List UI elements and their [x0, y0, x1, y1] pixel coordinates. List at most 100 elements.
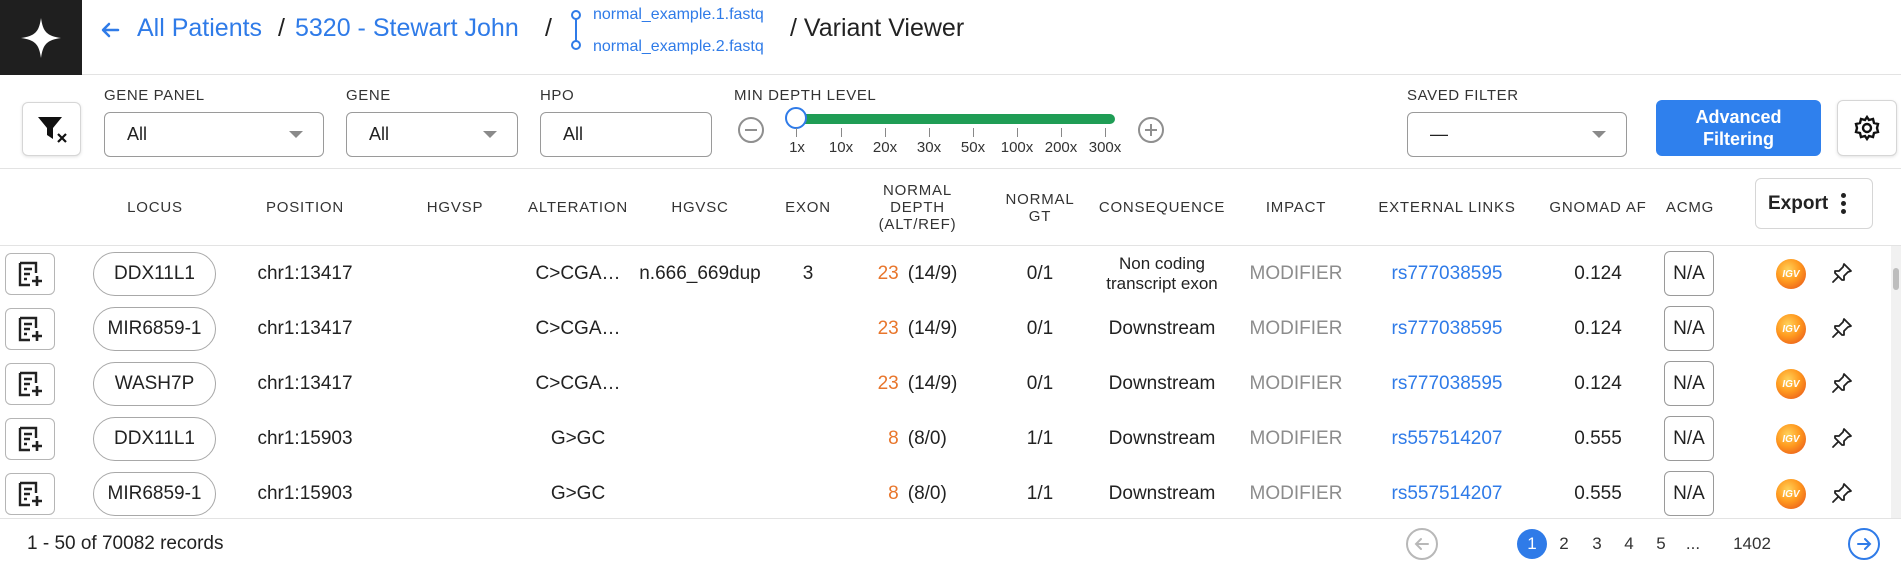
hpo-input[interactable]: All — [540, 112, 712, 157]
fastq-file-link[interactable]: normal_example.2.fastq — [593, 38, 764, 56]
dbsnp-link[interactable]: rs777038595 — [1367, 356, 1527, 411]
table-row[interactable]: DDX11L1 chr1:15903 G>GC 1/1 0.555 8 (8/0) Downs… — [0, 411, 1890, 466]
pin-icon[interactable] — [1830, 371, 1854, 395]
cell-alteration: G>GC — [550, 482, 606, 504]
column-header-position[interactable]: POSITION — [245, 169, 365, 246]
min-depth-slider-handle[interactable] — [785, 107, 807, 129]
add-note-icon — [18, 481, 42, 507]
plus-circle-icon[interactable] — [1138, 117, 1164, 143]
column-header-text: GT — [1028, 207, 1052, 225]
cell-consequence: Non coding transcript exon — [1106, 253, 1218, 293]
records-count: 1 - 50 of 70082 records — [27, 533, 224, 554]
page-number[interactable]: 4 — [1614, 529, 1644, 559]
locus-chip[interactable]: MIR6859-1 — [93, 307, 216, 351]
scrollbar-thumb[interactable] — [1893, 268, 1899, 290]
column-header-normal-gt[interactable]: NORMAL GT — [990, 169, 1090, 246]
prev-page-button[interactable] — [1406, 528, 1438, 560]
export-button[interactable]: Export — [1755, 178, 1873, 229]
pin-icon[interactable] — [1830, 481, 1854, 505]
advanced-filtering-label: Filtering — [1703, 129, 1774, 149]
alt-ref-value: (8/0) — [907, 482, 947, 504]
pin-icon[interactable] — [1830, 426, 1854, 450]
dbsnp-link[interactable]: rs777038595 — [1367, 301, 1527, 356]
next-page-button[interactable] — [1848, 528, 1880, 560]
breadcrumb-patient[interactable]: 5320 - Stewart John — [295, 14, 519, 43]
acmg-classification[interactable]: N/A — [1664, 471, 1714, 516]
depth-tick-label: 1x — [789, 139, 805, 156]
cell-impact: MODIFIER — [1249, 262, 1343, 284]
table-row[interactable]: DDX11L1 chr1:13417 C>CGA… n.666_669dup 3 0/1 0… — [0, 246, 1890, 301]
igv-icon[interactable]: IGV — [1776, 424, 1806, 454]
saved-filter-select[interactable]: — — [1407, 112, 1627, 157]
column-header-gnomad-af[interactable]: GNOMAD AF — [1538, 169, 1658, 246]
page-number[interactable]: 3 — [1582, 529, 1612, 559]
acmg-classification[interactable]: N/A — [1664, 416, 1714, 461]
pin-icon[interactable] — [1830, 261, 1854, 285]
min-depth-slider-track[interactable] — [795, 114, 1115, 124]
page-number[interactable]: 5 — [1646, 529, 1676, 559]
back-arrow-icon[interactable] — [98, 18, 122, 42]
column-header-locus[interactable]: LOCUS — [95, 169, 215, 246]
column-header-impact[interactable]: IMPACT — [1246, 169, 1346, 246]
clear-filters-button[interactable] — [22, 102, 81, 156]
dbsnp-link[interactable]: rs557514207 — [1367, 466, 1527, 518]
settings-button[interactable] — [1837, 100, 1897, 156]
add-note-button[interactable] — [5, 363, 55, 405]
igv-icon[interactable]: IGV — [1776, 259, 1806, 289]
depth-value: 23 — [877, 262, 899, 284]
page-number[interactable]: 1402 — [1727, 529, 1777, 559]
column-header-hgvsp[interactable]: HGVSP — [395, 169, 515, 246]
advanced-filtering-button[interactable]: Advanced Filtering — [1656, 100, 1821, 156]
add-note-button[interactable] — [5, 308, 55, 350]
minus-circle-icon[interactable] — [738, 117, 764, 143]
cell-normal-depth: 23 (14/9) — [870, 246, 965, 301]
igv-icon[interactable]: IGV — [1776, 479, 1806, 509]
cell-exon — [768, 356, 848, 411]
locus-chip[interactable]: DDX11L1 — [93, 252, 216, 296]
add-note-button[interactable] — [5, 473, 55, 515]
column-header-exon[interactable]: EXON — [768, 169, 848, 246]
cell-hgvsc — [635, 466, 765, 518]
cell-hgvsc — [635, 301, 765, 356]
acmg-classification[interactable]: N/A — [1664, 251, 1714, 296]
acmg-classification[interactable]: N/A — [1664, 361, 1714, 406]
table-row[interactable]: WASH7P chr1:13417 C>CGA… 0/1 0.124 23 (14/9) Do… — [0, 356, 1890, 411]
locus-chip[interactable]: WASH7P — [93, 362, 216, 406]
column-header-external-links[interactable]: EXTERNAL LINKS — [1367, 169, 1527, 246]
igv-icon[interactable]: IGV — [1776, 369, 1806, 399]
column-header-alteration[interactable]: ALTERATION — [518, 169, 638, 246]
depth-tick-label: 300x — [1088, 139, 1122, 156]
dbsnp-link[interactable]: rs557514207 — [1367, 411, 1527, 466]
add-note-button[interactable] — [5, 418, 55, 460]
column-header-hgvsc[interactable]: HGVSC — [640, 169, 760, 246]
column-header-normal-depth[interactable]: NORMAL DEPTH (ALT/REF) — [870, 169, 965, 246]
locus-chip[interactable]: DDX11L1 — [93, 417, 216, 461]
next-page-icon — [1857, 538, 1872, 550]
fastq-file-link[interactable]: normal_example.1.fastq — [593, 6, 764, 24]
acmg-classification[interactable]: N/A — [1664, 306, 1714, 351]
igv-icon[interactable]: IGV — [1776, 314, 1806, 344]
column-header-acmg[interactable]: ACMG — [1650, 169, 1730, 246]
dbsnp-link[interactable]: rs777038595 — [1367, 246, 1527, 301]
cell-normal-depth: 23 (14/9) — [870, 301, 965, 356]
app-logo[interactable] — [0, 0, 82, 75]
gene-panel-select[interactable]: All — [104, 112, 324, 157]
table-scrollbar[interactable] — [1891, 246, 1901, 518]
depth-value: 23 — [877, 317, 899, 339]
slider-tick — [1017, 128, 1018, 137]
gene-select[interactable]: All — [346, 112, 518, 157]
table-row[interactable]: MIR6859-1 chr1:13417 C>CGA… 0/1 0.124 23 (14/9… — [0, 301, 1890, 356]
gene-panel-label: GENE PANEL — [104, 87, 205, 104]
pin-icon[interactable] — [1830, 316, 1854, 340]
locus-chip[interactable]: MIR6859-1 — [93, 472, 216, 516]
cell-impact: MODIFIER — [1249, 482, 1343, 504]
chevron-down-icon — [1592, 131, 1606, 138]
page-number[interactable]: 1 — [1517, 529, 1547, 559]
variant-table-header: LOCUS POSITION HGVSP ALTERATION HGVSC EX… — [0, 169, 1901, 246]
page-number[interactable]: 2 — [1549, 529, 1579, 559]
table-row[interactable]: MIR6859-1 chr1:15903 G>GC 1/1 0.555 8 (8/0) Dow… — [0, 466, 1890, 518]
add-note-button[interactable] — [5, 253, 55, 295]
column-header-consequence[interactable]: CONSEQUENCE — [1092, 169, 1232, 246]
breadcrumb-all-patients[interactable]: All Patients — [137, 14, 262, 43]
depth-tick-label: 200x — [1044, 139, 1078, 156]
